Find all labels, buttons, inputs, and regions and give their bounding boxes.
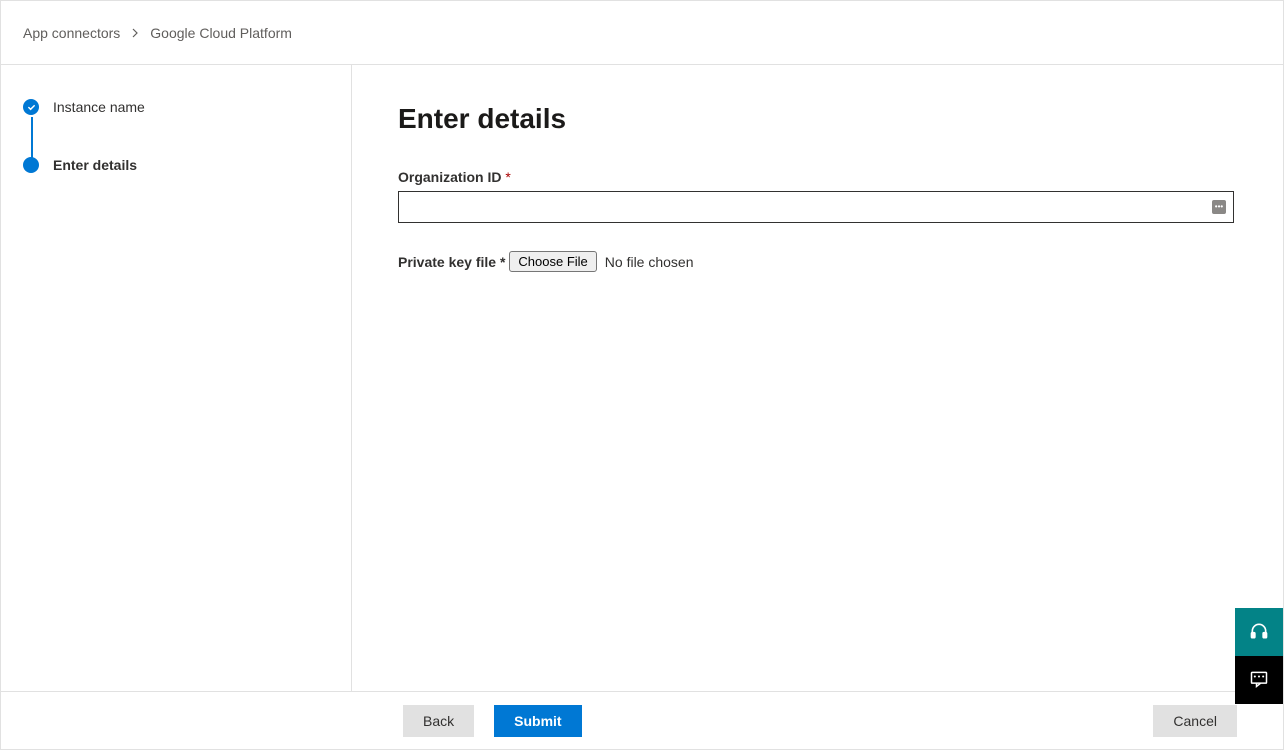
chat-icon	[1249, 669, 1269, 692]
step-connector	[31, 117, 33, 159]
chevron-right-icon	[130, 28, 140, 38]
required-marker: *	[500, 254, 505, 270]
main-panel: Enter details Organization ID * ••• Priv…	[352, 65, 1283, 691]
page-title: Enter details	[398, 103, 1237, 135]
footer-action-bar: Back Submit Cancel	[1, 691, 1283, 749]
org-id-input[interactable]	[398, 191, 1234, 223]
private-key-field-group: Private key file * Choose File No file c…	[398, 251, 1237, 272]
step-completed-icon	[23, 99, 39, 115]
headset-icon	[1249, 621, 1269, 644]
back-button[interactable]: Back	[403, 705, 474, 737]
feedback-widget-button[interactable]	[1235, 656, 1283, 704]
breadcrumb: App connectors Google Cloud Platform	[1, 1, 1283, 65]
org-id-label: Organization ID *	[398, 169, 1237, 185]
wizard-step-instance-name[interactable]: Instance name	[23, 99, 329, 157]
wizard-step-enter-details[interactable]: Enter details	[23, 157, 329, 173]
cancel-button[interactable]: Cancel	[1153, 705, 1237, 737]
input-hint-icon: •••	[1212, 200, 1226, 214]
breadcrumb-parent[interactable]: App connectors	[23, 25, 120, 41]
step-current-icon	[23, 157, 39, 173]
org-id-label-text: Organization ID	[398, 169, 501, 185]
private-key-label-text: Private key file	[398, 254, 496, 270]
step-label: Instance name	[53, 99, 145, 115]
org-id-field-group: Organization ID * •••	[398, 169, 1237, 223]
choose-file-button[interactable]: Choose File	[509, 251, 596, 272]
step-label: Enter details	[53, 157, 137, 173]
required-marker: *	[505, 169, 510, 185]
support-widget-button[interactable]	[1235, 608, 1283, 656]
content-area: Instance name Enter details Enter detail…	[1, 65, 1283, 691]
breadcrumb-current: Google Cloud Platform	[150, 25, 292, 41]
side-widgets	[1235, 608, 1283, 704]
org-id-input-wrapper: •••	[398, 191, 1234, 223]
wizard-steps-sidebar: Instance name Enter details	[1, 65, 352, 691]
file-chosen-status: No file chosen	[605, 254, 694, 270]
submit-button[interactable]: Submit	[494, 705, 581, 737]
private-key-label: Private key file *	[398, 254, 505, 270]
